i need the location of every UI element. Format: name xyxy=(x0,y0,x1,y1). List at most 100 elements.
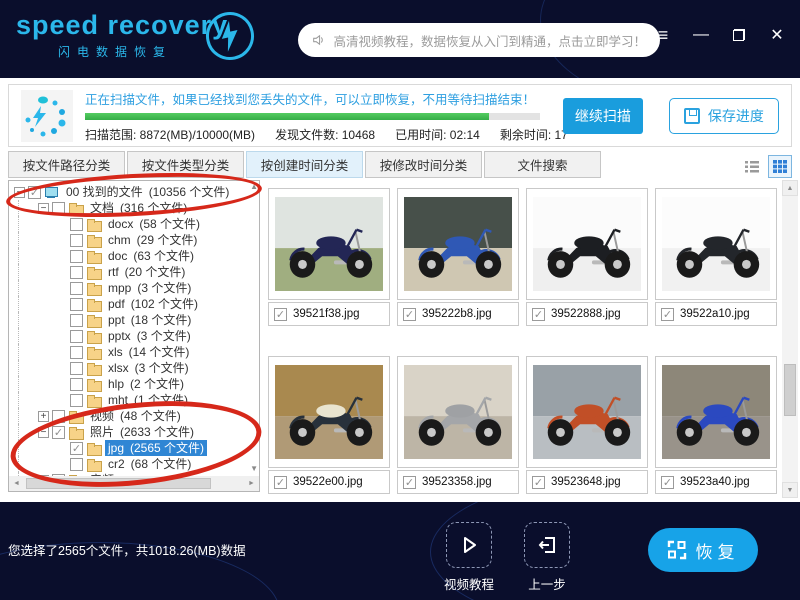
file-thumbnail[interactable] xyxy=(268,356,390,468)
tab-by-path[interactable]: 按文件路径分类 xyxy=(8,151,125,178)
scroll-right-icon[interactable]: ► xyxy=(244,476,259,491)
previous-step-button[interactable] xyxy=(524,522,570,568)
tree-checkbox[interactable] xyxy=(70,378,83,391)
tree-item-text[interactable]: jpg(2565 个文件) xyxy=(105,440,207,456)
tab-by-created[interactable]: 按创建时间分类 xyxy=(246,151,363,178)
maximize-button[interactable] xyxy=(730,26,748,44)
tree-checkbox[interactable] xyxy=(52,202,65,215)
tree-expander-icon[interactable]: − xyxy=(38,427,49,438)
scroll-left-icon[interactable]: ◄ xyxy=(9,476,24,491)
file-thumbnail[interactable] xyxy=(655,356,777,468)
minimize-button[interactable]: — xyxy=(692,26,710,44)
tree-checkbox[interactable] xyxy=(70,458,83,471)
tree-item-text[interactable]: rtf(20 个文件) xyxy=(105,264,188,280)
tree-item[interactable]: pptx(3 个文件) xyxy=(11,328,257,344)
tree-item-text[interactable]: 文档(316 个文件) xyxy=(87,200,190,216)
tree-checkbox[interactable] xyxy=(70,266,83,279)
file-cell[interactable]: ✓ 39521f38.jpg xyxy=(268,188,390,326)
tree-item-text[interactable]: mpp(3 个文件) xyxy=(105,280,194,296)
file-cell[interactable]: ✓ 39522e00.jpg xyxy=(268,356,390,494)
file-cell[interactable]: ✓ 39522a10.jpg xyxy=(655,188,777,326)
tree-checkbox[interactable] xyxy=(70,394,83,407)
tree-item[interactable]: cr2(68 个文件) xyxy=(11,456,257,472)
tab-by-modified[interactable]: 按修改时间分类 xyxy=(365,151,482,178)
tree-item-text[interactable]: cr2(68 个文件) xyxy=(105,456,194,472)
tree-item-text[interactable]: hlp(2 个文件) xyxy=(105,376,187,392)
tree-item[interactable]: xlsx(3 个文件) xyxy=(11,360,257,376)
file-cell[interactable]: ✓ 39523358.jpg xyxy=(397,356,519,494)
tree-checkbox[interactable] xyxy=(70,218,83,231)
grid-vscroll-thumb[interactable] xyxy=(784,364,796,416)
tutorial-banner[interactable]: 高清视频教程，数据恢复从入门到精通，点击立即学习！ xyxy=(298,23,660,57)
tree-checkbox[interactable]: ✓ xyxy=(52,426,65,439)
file-checkbox[interactable]: ✓ xyxy=(403,308,416,321)
tree-item[interactable]: mht(1 个文件) xyxy=(11,392,257,408)
tree-checkbox[interactable] xyxy=(70,314,83,327)
file-thumbnail[interactable] xyxy=(526,356,648,468)
file-checkbox[interactable]: ✓ xyxy=(661,476,674,489)
file-checkbox[interactable]: ✓ xyxy=(532,308,545,321)
tree-checkbox[interactable]: ✓ xyxy=(70,442,83,455)
file-cell[interactable]: ✓ 39523648.jpg xyxy=(526,356,648,494)
tree-scroll-down-icon[interactable]: ▼ xyxy=(250,464,258,473)
tree-item-text[interactable]: pptx(3 个文件) xyxy=(105,328,194,344)
tree-checkbox[interactable] xyxy=(52,410,65,423)
tree-checkbox[interactable] xyxy=(70,250,83,263)
tree-checkbox[interactable] xyxy=(70,282,83,295)
file-cell[interactable]: ✓ 39522888.jpg xyxy=(526,188,648,326)
tree-item-text[interactable]: docx(58 个文件) xyxy=(105,216,203,232)
tree-item[interactable]: ppt(18 个文件) xyxy=(11,312,257,328)
tree-checkbox[interactable] xyxy=(70,346,83,359)
grid-scroll-down-icon[interactable]: ▼ xyxy=(782,482,798,498)
tree-item[interactable]: ✓ jpg(2565 个文件) xyxy=(11,440,257,456)
file-checkbox[interactable]: ✓ xyxy=(532,476,545,489)
tree-item-text[interactable]: chm(29 个文件) xyxy=(105,232,200,248)
continue-scan-button[interactable]: 继续扫描 xyxy=(563,98,643,134)
tree-scroll-up-icon[interactable]: ▲ xyxy=(250,182,258,191)
tree-item-text[interactable]: 00 找到的文件(10356 个文件) xyxy=(63,184,232,200)
tree-item[interactable]: chm(29 个文件) xyxy=(11,232,257,248)
tree-item[interactable]: − ✓ 照片(2633 个文件) xyxy=(11,424,257,440)
tree-item[interactable]: xls(14 个文件) xyxy=(11,344,257,360)
close-button[interactable]: ✕ xyxy=(768,26,786,44)
grid-vscrollbar[interactable]: ▲ ▼ xyxy=(782,180,798,498)
tree-item-text[interactable]: xlsx(3 个文件) xyxy=(105,360,192,376)
tab-by-type[interactable]: 按文件类型分类 xyxy=(127,151,244,178)
file-cell[interactable]: ✓ 395222b8.jpg xyxy=(397,188,519,326)
save-progress-button[interactable]: 保存进度 xyxy=(669,98,779,134)
tree-item-text[interactable]: pdf(102 个文件) xyxy=(105,296,201,312)
file-thumbnail[interactable] xyxy=(397,188,519,300)
list-view-button[interactable] xyxy=(740,155,764,178)
file-checkbox[interactable]: ✓ xyxy=(274,308,287,321)
tree-item-text[interactable]: doc(63 个文件) xyxy=(105,248,197,264)
file-thumbnail[interactable] xyxy=(526,188,648,300)
file-checkbox[interactable]: ✓ xyxy=(661,308,674,321)
tree-item-text[interactable]: ppt(18 个文件) xyxy=(105,312,194,328)
tree-item[interactable]: doc(63 个文件) xyxy=(11,248,257,264)
grid-view-button[interactable] xyxy=(768,155,792,178)
tree-item-text[interactable]: 视频(48 个文件) xyxy=(87,408,184,424)
video-tutorial-button[interactable] xyxy=(446,522,492,568)
recover-button[interactable]: 恢复 xyxy=(648,528,758,572)
tree-item[interactable]: rtf(20 个文件) xyxy=(11,264,257,280)
tree-item-text[interactable]: xls(14 个文件) xyxy=(105,344,192,360)
tree-item[interactable]: − ✓ 00 找到的文件(10356 个文件) xyxy=(11,184,257,200)
tree-hscroll-thumb[interactable] xyxy=(26,478,211,489)
tree-checkbox[interactable] xyxy=(70,234,83,247)
tree-hscrollbar[interactable]: ◄ ► xyxy=(9,476,259,491)
menu-button[interactable]: ≡ xyxy=(654,26,672,44)
file-checkbox[interactable]: ✓ xyxy=(274,476,287,489)
tree-checkbox[interactable] xyxy=(70,330,83,343)
file-thumbnail[interactable] xyxy=(655,188,777,300)
grid-scroll-up-icon[interactable]: ▲ xyxy=(782,180,798,196)
tree-item[interactable]: + 视频(48 个文件) xyxy=(11,408,257,424)
tree-expander-icon[interactable]: − xyxy=(38,203,49,214)
tab-file-search[interactable]: 文件搜索 xyxy=(484,151,601,178)
tree-item[interactable]: mpp(3 个文件) xyxy=(11,280,257,296)
tree-expander-icon[interactable]: − xyxy=(14,187,25,198)
file-checkbox[interactable]: ✓ xyxy=(403,476,416,489)
tree-item-text[interactable]: 照片(2633 个文件) xyxy=(87,424,197,440)
file-thumbnail[interactable] xyxy=(268,188,390,300)
tree-item[interactable]: − 文档(316 个文件) xyxy=(11,200,257,216)
tree-item[interactable]: pdf(102 个文件) xyxy=(11,296,257,312)
